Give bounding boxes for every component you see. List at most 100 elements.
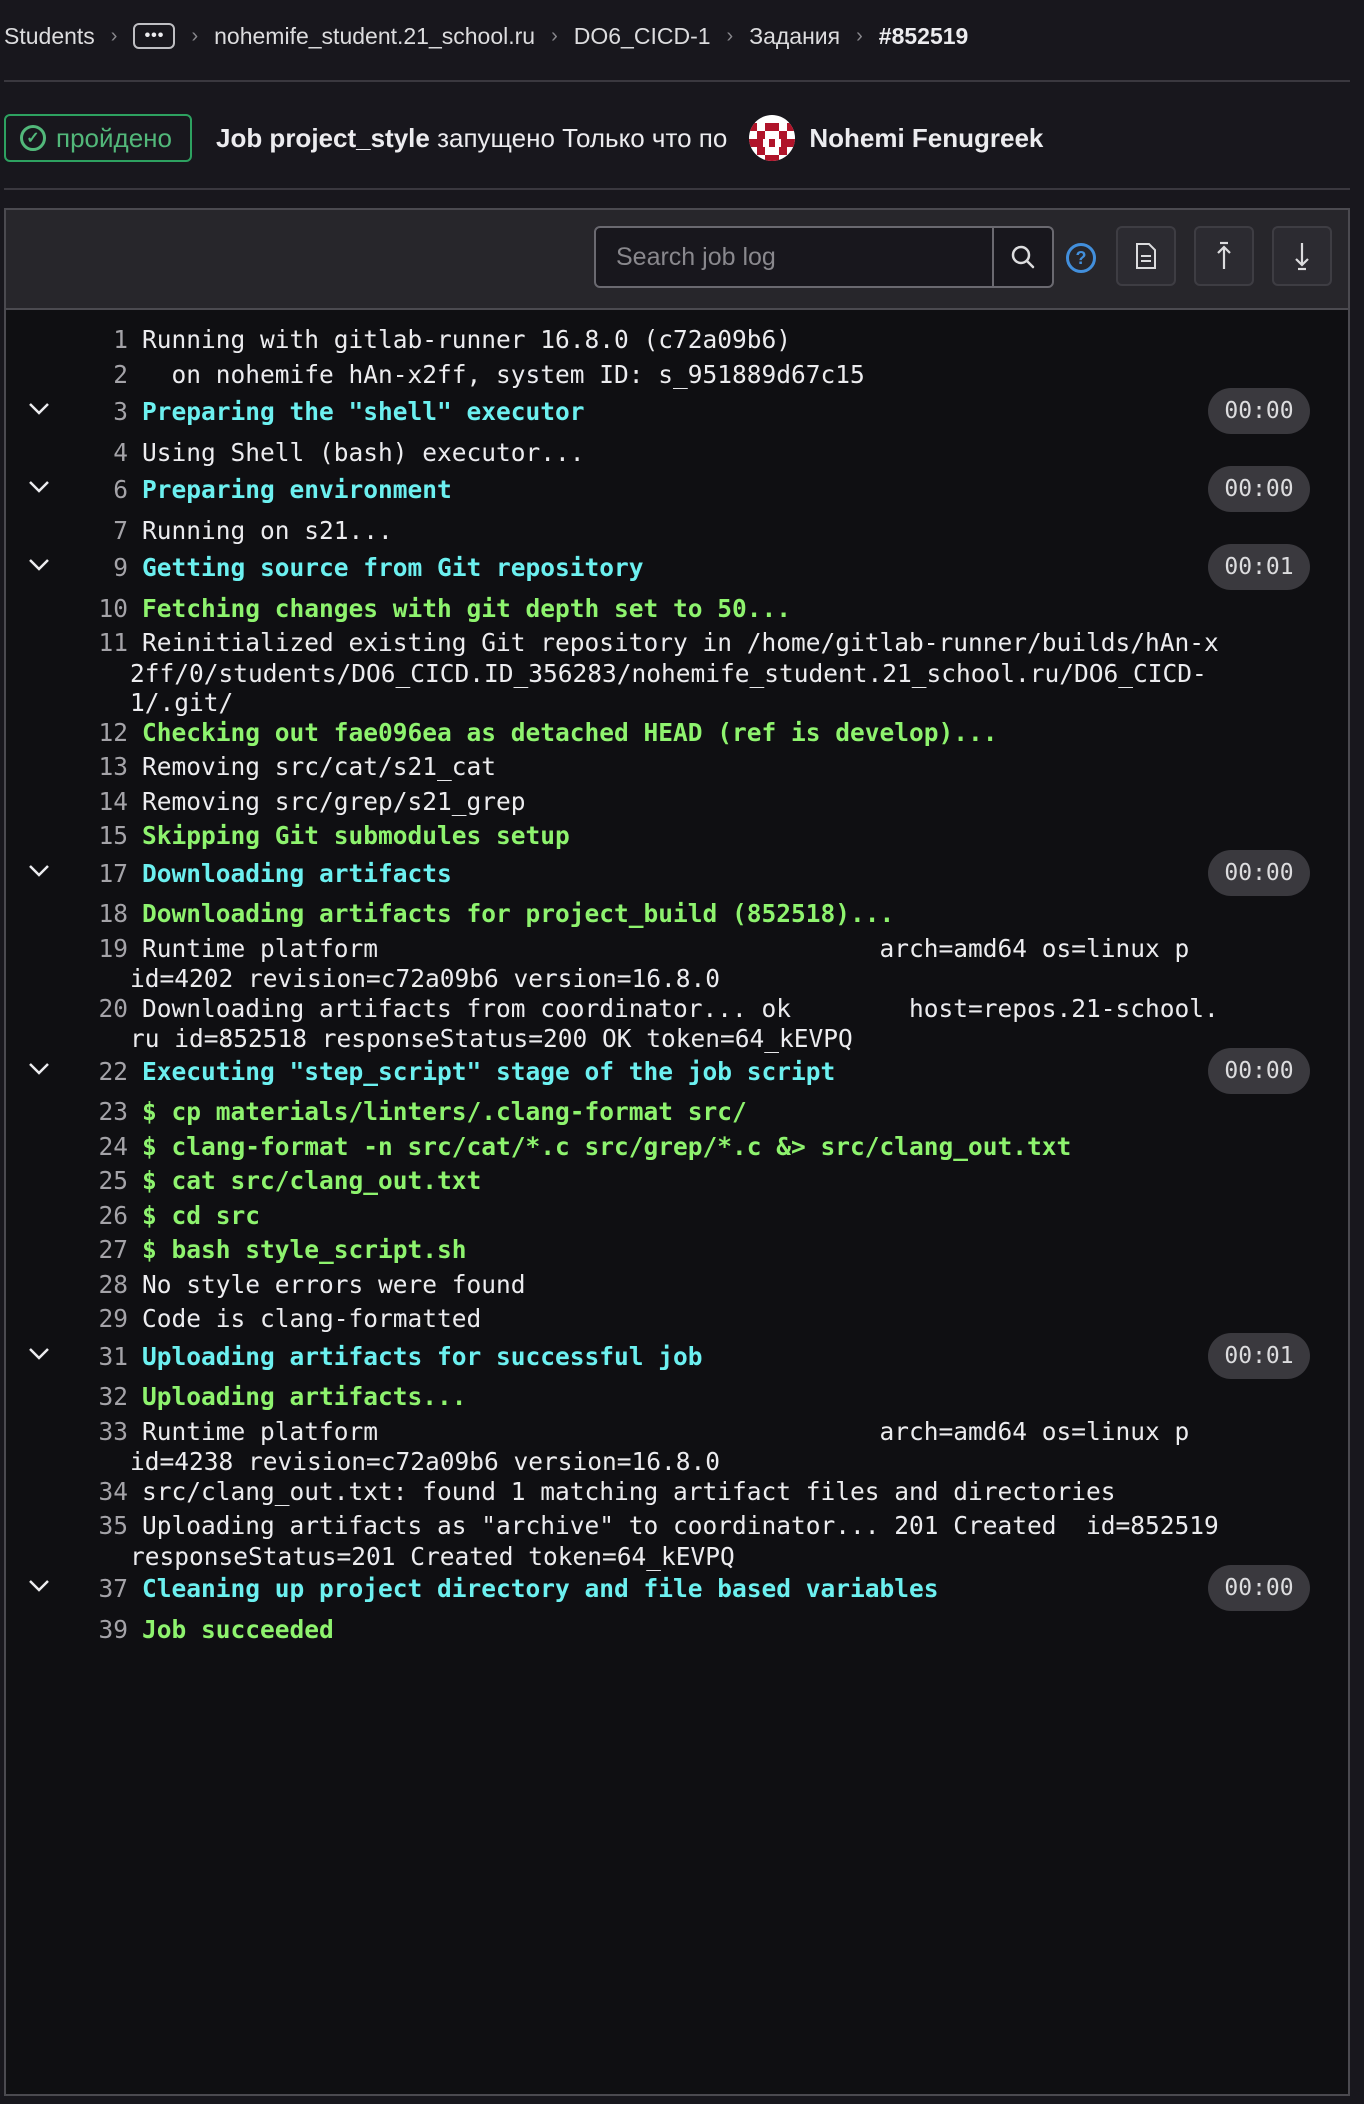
user-name[interactable]: Nohemi Fenugreek [809,123,1043,154]
log-section-header[interactable]: 6 Preparing environment 00:00 [6,466,1348,512]
search-button[interactable] [992,228,1052,286]
line-number[interactable]: 34 [56,1474,128,1510]
log-line: 15 Skipping Git submodules setup [6,818,1348,854]
line-number[interactable]: 14 [56,784,128,820]
log-text-continuation: responseStatus=201 Created token=64_kEVP… [130,1541,735,1571]
chevron-down-icon[interactable] [24,472,54,502]
job-log: ? 1 Running with gitlab-runner 16.8.0 (c7… [4,208,1350,2096]
line-number[interactable]: 18 [56,896,128,932]
scroll-to-top-button[interactable] [1194,226,1254,286]
log-toolbar: ? [6,210,1348,310]
log-text: Removing src/grep/s21_grep [142,786,526,816]
breadcrumb-user[interactable]: nohemife_student.21_school.ru [214,23,535,50]
line-number[interactable]: 4 [56,435,128,471]
scroll-to-bottom-button[interactable] [1272,226,1332,286]
log-line: 34 src/clang_out.txt: found 1 matching ar… [6,1474,1348,1510]
breadcrumb-ellipsis-button[interactable]: ••• [133,23,176,49]
log-line: 4 Using Shell (bash) executor... [6,435,1348,471]
line-number[interactable]: 37 [56,1571,128,1607]
line-number[interactable]: 29 [56,1301,128,1337]
line-number[interactable]: 1 [56,322,128,358]
breadcrumb-students[interactable]: Students [4,23,95,50]
avatar[interactable] [749,115,796,161]
log-section-header[interactable]: 31 Uploading artifacts for successful job… [6,1332,1348,1379]
chevron-down-icon[interactable] [24,550,54,580]
log-text: Preparing the "shell" executor [142,397,585,426]
log-line: 10 Fetching changes with git depth set to… [6,591,1348,627]
line-number[interactable]: 26 [56,1198,128,1234]
chevron-right-icon: › [856,24,863,47]
search-job-log-input[interactable] [596,228,992,286]
log-section-header[interactable]: 3 Preparing the "shell" executor 00:00 [6,388,1348,434]
log-text: Getting source from Git repository [142,553,644,582]
line-number[interactable]: 13 [56,749,128,785]
breadcrumb-jobs[interactable]: Задания [749,23,840,50]
breadcrumb-project[interactable]: DO6_CICD-1 [574,23,711,50]
line-number[interactable]: 3 [56,394,128,430]
line-number[interactable]: 10 [56,591,128,627]
log-section-header[interactable]: 37 Cleaning up project directory and file… [6,1565,1348,1611]
raw-log-icon [1136,243,1156,269]
log-section-header[interactable]: 9 Getting source from Git repository 00:01 [6,544,1348,590]
log-section-header[interactable]: 22 Executing "step_script" stage of the j… [6,1047,1348,1094]
log-line: 2 on nohemife hAn-x2ff, system ID: s_951… [6,357,1348,393]
log-line: 28 No style errors were found [6,1267,1348,1303]
line-number[interactable]: 2 [56,357,128,393]
line-number[interactable]: 12 [56,715,128,751]
line-number[interactable]: 33 [56,1414,128,1450]
chevron-down-icon[interactable] [24,1054,54,1084]
breadcrumb-job-id[interactable]: #852519 [879,23,969,50]
log-text: src/clang_out.txt: found 1 matching arti… [142,1476,1116,1506]
line-number[interactable]: 22 [56,1054,128,1090]
chevron-down-icon[interactable] [24,394,54,424]
section-duration-badge: 00:00 [1208,1565,1310,1611]
section-duration-badge: 00:01 [1208,1332,1310,1379]
log-text: $ cd src [142,1200,261,1230]
status-badge[interactable]: ✓ пройдено [4,114,192,162]
line-number[interactable]: 35 [56,1508,128,1544]
log-text: Running on s21... [142,515,393,545]
line-number[interactable]: 17 [56,856,128,892]
log-line: 18 Downloading artifacts for project_buil… [6,896,1348,932]
log-text: Downloading artifacts [142,858,452,888]
line-number[interactable]: 25 [56,1163,128,1199]
line-number[interactable]: 32 [56,1379,128,1415]
line-number[interactable]: 19 [56,931,128,967]
log-line: 12 Checking out fae096ea as detached HEAD… [6,715,1348,751]
line-number[interactable]: 6 [56,472,128,508]
line-number[interactable]: 39 [56,1612,128,1648]
log-text-continuation: 2ff/0/students/DO6_CICD.ID_356283/nohemi… [130,658,1207,688]
log-line: 33 Runtime platform arch=amd64 os=linux p… [6,1414,1348,1477]
log-line: 23 $ cp materials/linters/.clang-format s… [6,1094,1348,1130]
line-number[interactable]: 24 [56,1129,128,1165]
help-icon[interactable]: ? [1066,243,1096,273]
line-number[interactable]: 11 [56,625,128,661]
line-number[interactable]: 15 [56,818,128,854]
chevron-down-icon[interactable] [24,1571,54,1601]
log-line: 35 Uploading artifacts as "archive" to co… [6,1508,1348,1571]
log-line: 7 Running on s21... [6,513,1348,549]
section-duration-badge: 00:00 [1208,466,1310,512]
log-text: Job succeeded [142,1614,334,1644]
line-number[interactable]: 31 [56,1339,128,1375]
line-number[interactable]: 27 [56,1232,128,1268]
log-section-header[interactable]: 17 Downloading artifacts 00:00 [6,849,1348,896]
log-text: Fetching changes with git depth set to 5… [142,593,792,623]
log-text: $ cp materials/linters/.clang-format src… [142,1097,747,1126]
chevron-down-icon[interactable] [24,856,54,886]
line-number[interactable]: 20 [56,991,128,1027]
log-line: 13 Removing src/cat/s21_cat [6,749,1348,785]
log-text: $ bash style_script.sh [142,1235,467,1264]
log-text: Uploading artifacts for successful job [142,1341,703,1371]
line-number[interactable]: 7 [56,513,128,549]
line-number[interactable]: 23 [56,1094,128,1130]
section-duration-badge: 00:00 [1208,388,1310,434]
line-number[interactable]: 9 [56,550,128,586]
breadcrumb: Students › ••• › nohemife_student.21_sch… [4,18,968,54]
job-name: Job project_style [215,122,430,153]
line-number[interactable]: 28 [56,1267,128,1303]
chevron-down-icon[interactable] [24,1339,54,1369]
log-line: 27 $ bash style_script.sh [6,1232,1348,1268]
log-text: Checking out fae096ea as detached HEAD (… [142,717,998,747]
show-raw-log-button[interactable] [1116,226,1176,286]
